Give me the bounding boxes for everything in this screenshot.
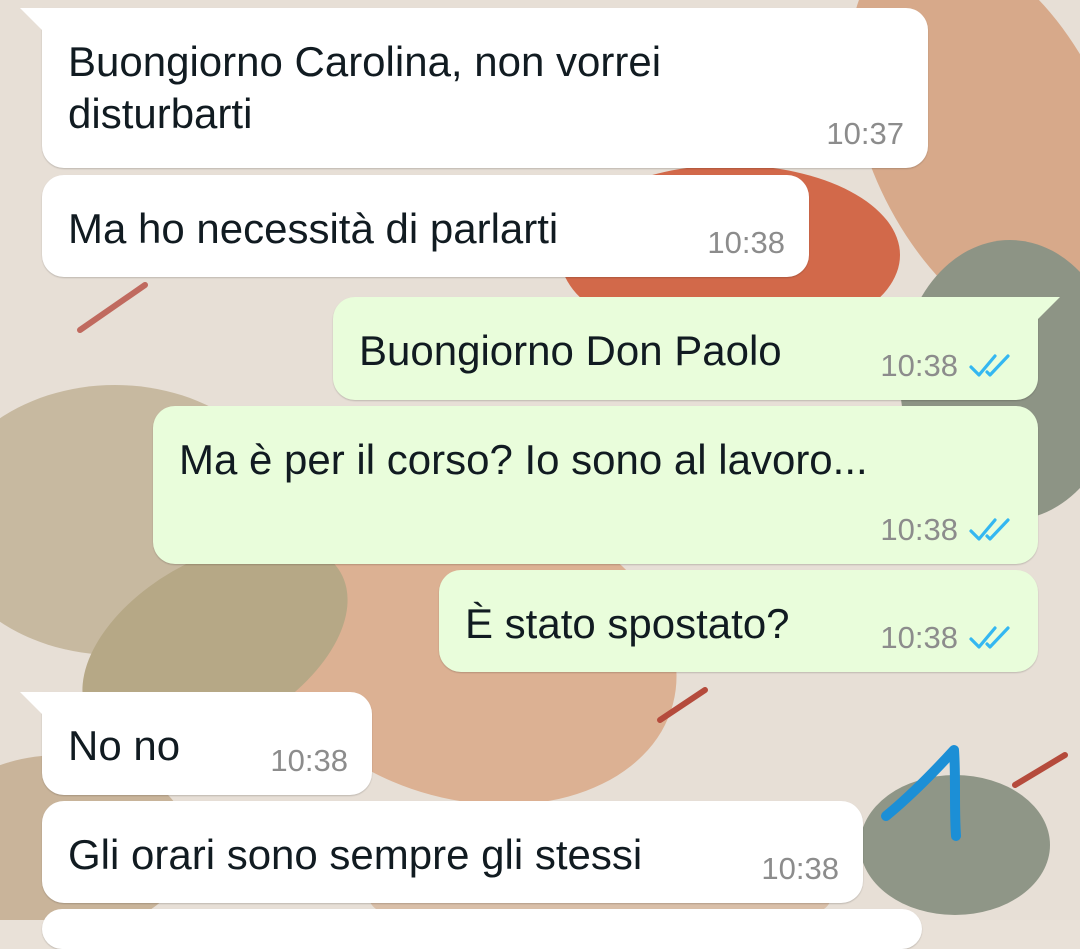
- message-text: Gli orari sono sempre gli stessi: [68, 831, 643, 878]
- message-time: 10:38: [270, 743, 348, 778]
- message-meta: 10:38: [761, 851, 839, 887]
- message-meta: 10:37: [826, 116, 904, 152]
- message-time: 10:38: [880, 620, 958, 655]
- double-check-icon: [969, 518, 1010, 541]
- annotation-arrow-icon: [881, 745, 961, 841]
- message-time: 10:38: [761, 851, 839, 886]
- message-meta: 10:38: [880, 348, 1014, 384]
- incoming-message[interactable]: Buongiorno Carolina, non vorrei disturba…: [20, 8, 928, 168]
- outgoing-message[interactable]: Buongiorno Don Paolo 10:38: [333, 297, 1060, 400]
- message-meta: 10:38: [880, 512, 1014, 548]
- message-time: 10:38: [880, 348, 958, 383]
- message-text: Ma ho necessità di parlarti: [68, 205, 559, 252]
- message-time: 10:37: [826, 116, 904, 151]
- message-time: 10:38: [880, 512, 958, 547]
- incoming-message[interactable]: No no 10:38: [20, 692, 372, 795]
- incoming-message-partial[interactable]: [42, 909, 922, 949]
- double-check-icon: [969, 354, 1010, 377]
- message-time: 10:38: [707, 225, 785, 260]
- message-meta: 10:38: [707, 225, 785, 261]
- double-check-icon: [969, 626, 1010, 649]
- message-meta: 10:38: [270, 743, 348, 779]
- message-text: Ma è per il corso? Io sono al lavoro...: [179, 436, 868, 483]
- outgoing-message[interactable]: È stato spostato? 10:38: [439, 570, 1038, 672]
- message-text: Buongiorno Carolina, non vorrei disturba…: [68, 38, 662, 137]
- incoming-message[interactable]: Gli orari sono sempre gli stessi 10:38: [42, 801, 863, 903]
- outgoing-message[interactable]: Ma è per il corso? Io sono al lavoro... …: [153, 406, 1038, 564]
- message-meta: 10:38: [880, 620, 1014, 656]
- incoming-message[interactable]: Ma ho necessità di parlarti 10:38: [42, 175, 809, 277]
